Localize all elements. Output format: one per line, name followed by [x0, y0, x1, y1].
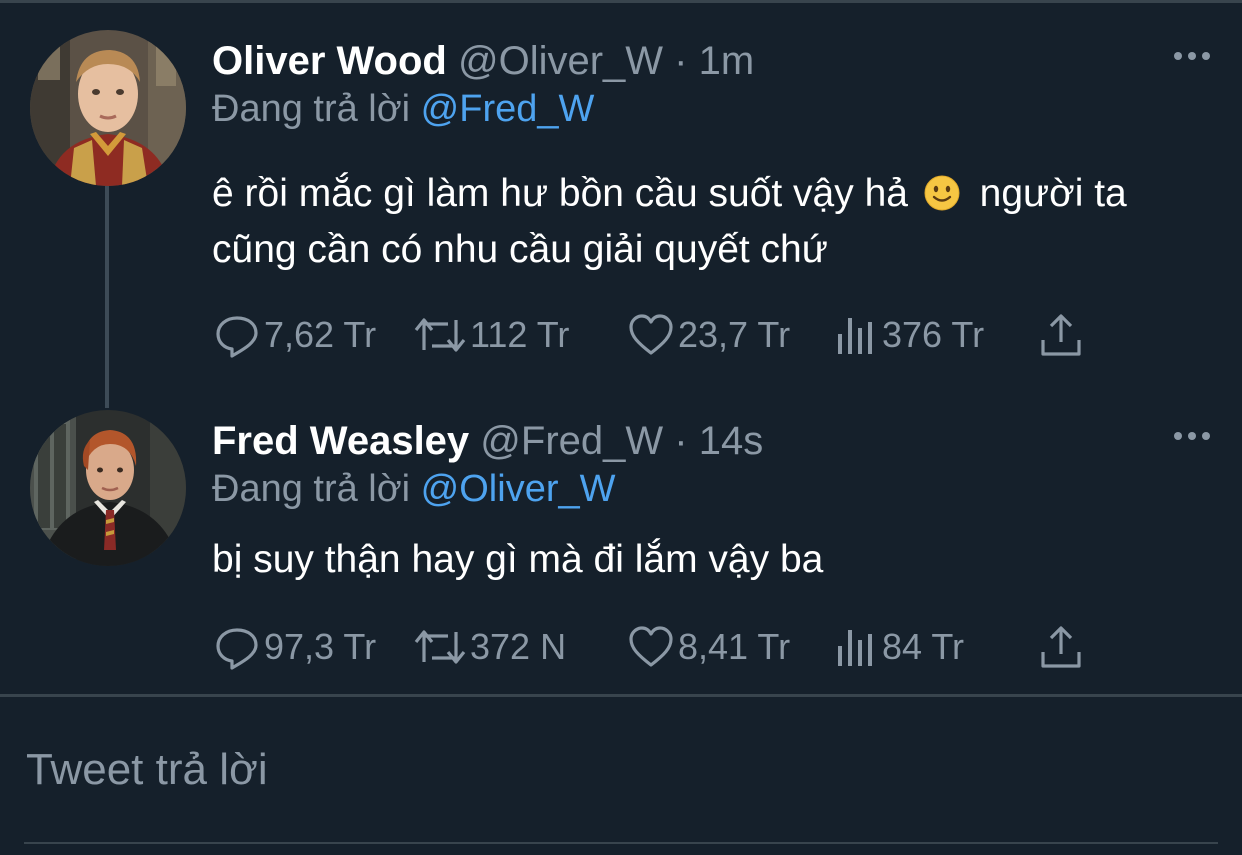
heart-icon	[629, 314, 673, 355]
replying-to: Đang trả lời @Oliver_W	[212, 466, 615, 512]
like-count: 23,7 Tr	[678, 314, 791, 355]
reply-count: 97,3 Tr	[264, 626, 377, 667]
reply-count: 7,62 Tr	[264, 314, 377, 355]
compose-divider	[0, 694, 1242, 697]
separator-dot: ·	[674, 39, 688, 83]
more-icon[interactable]	[1172, 44, 1212, 68]
reply-button[interactable]: 97,3 Tr	[212, 622, 376, 672]
like-button[interactable]: 8,41 Tr	[626, 622, 790, 672]
views-count: 84 Tr	[882, 626, 965, 667]
replying-to-mention[interactable]: @Oliver_W	[421, 468, 616, 510]
compose-underline	[24, 842, 1218, 844]
slightly-smiling-face-icon	[924, 175, 960, 211]
retweet-count: 372 N	[470, 626, 567, 667]
share-icon	[1041, 626, 1081, 668]
avatar-fred[interactable]	[30, 410, 186, 566]
views-button[interactable]: 84 Tr	[834, 622, 964, 672]
reply-compose-input[interactable]: Tweet trả lời	[26, 742, 268, 798]
user-handle[interactable]: @Oliver_W	[458, 39, 663, 83]
heart-icon	[629, 626, 673, 667]
tweet-header: Oliver Wood @Oliver_W · 1m	[212, 38, 754, 84]
display-name[interactable]: Oliver Wood	[212, 39, 447, 83]
replying-prefix: Đang trả lời	[212, 468, 411, 510]
replying-prefix: Đang trả lời	[212, 88, 411, 130]
replying-to-mention[interactable]: @Fred_W	[421, 88, 595, 130]
like-count: 8,41 Tr	[678, 626, 791, 667]
views-button[interactable]: 376 Tr	[834, 310, 984, 360]
display-name[interactable]: Fred Weasley	[212, 419, 469, 463]
share-button[interactable]	[1038, 310, 1084, 360]
retweet-button[interactable]: 372 N	[412, 622, 566, 672]
views-icon	[838, 318, 872, 354]
user-handle[interactable]: @Fred_W	[480, 419, 663, 463]
replying-to: Đang trả lời @Fred_W	[212, 86, 594, 132]
tweet-header: Fred Weasley @Fred_W · 14s	[212, 418, 763, 464]
reply-icon	[216, 316, 258, 358]
retweet-button[interactable]: 112 Tr	[412, 310, 569, 360]
views-count: 376 Tr	[882, 314, 985, 355]
reply-button[interactable]: 7,62 Tr	[212, 310, 376, 360]
retweet-icon	[414, 318, 466, 352]
top-divider	[0, 0, 1242, 3]
tweet-text-part-1: ê rồi mắc gì làm hư bồn cầu suốt vậy hả	[212, 172, 908, 215]
thread-connector-line	[105, 186, 109, 408]
retweet-icon	[414, 630, 466, 664]
more-icon[interactable]	[1172, 424, 1212, 448]
share-icon	[1041, 314, 1081, 356]
share-button[interactable]	[1038, 622, 1084, 672]
tweet-actions: 7,62 Tr 112 Tr 23,7 Tr 376 Tr	[212, 310, 1112, 360]
separator-dot: ·	[674, 419, 688, 463]
avatar-oliver[interactable]	[30, 30, 186, 186]
like-button[interactable]: 23,7 Tr	[626, 310, 790, 360]
reply-icon	[216, 628, 258, 670]
retweet-count: 112 Tr	[470, 314, 570, 355]
timestamp[interactable]: 14s	[699, 419, 764, 463]
tweet-text: ê rồi mắc gì làm hư bồn cầu suốt vậy hả …	[212, 166, 1202, 278]
timestamp[interactable]: 1m	[699, 39, 755, 83]
tweet-text: bị suy thận hay gì mà đi lắm vậy ba	[212, 538, 824, 581]
views-icon	[838, 630, 872, 666]
tweet-actions: 97,3 Tr 372 N 8,41 Tr 84 Tr	[212, 622, 1112, 672]
